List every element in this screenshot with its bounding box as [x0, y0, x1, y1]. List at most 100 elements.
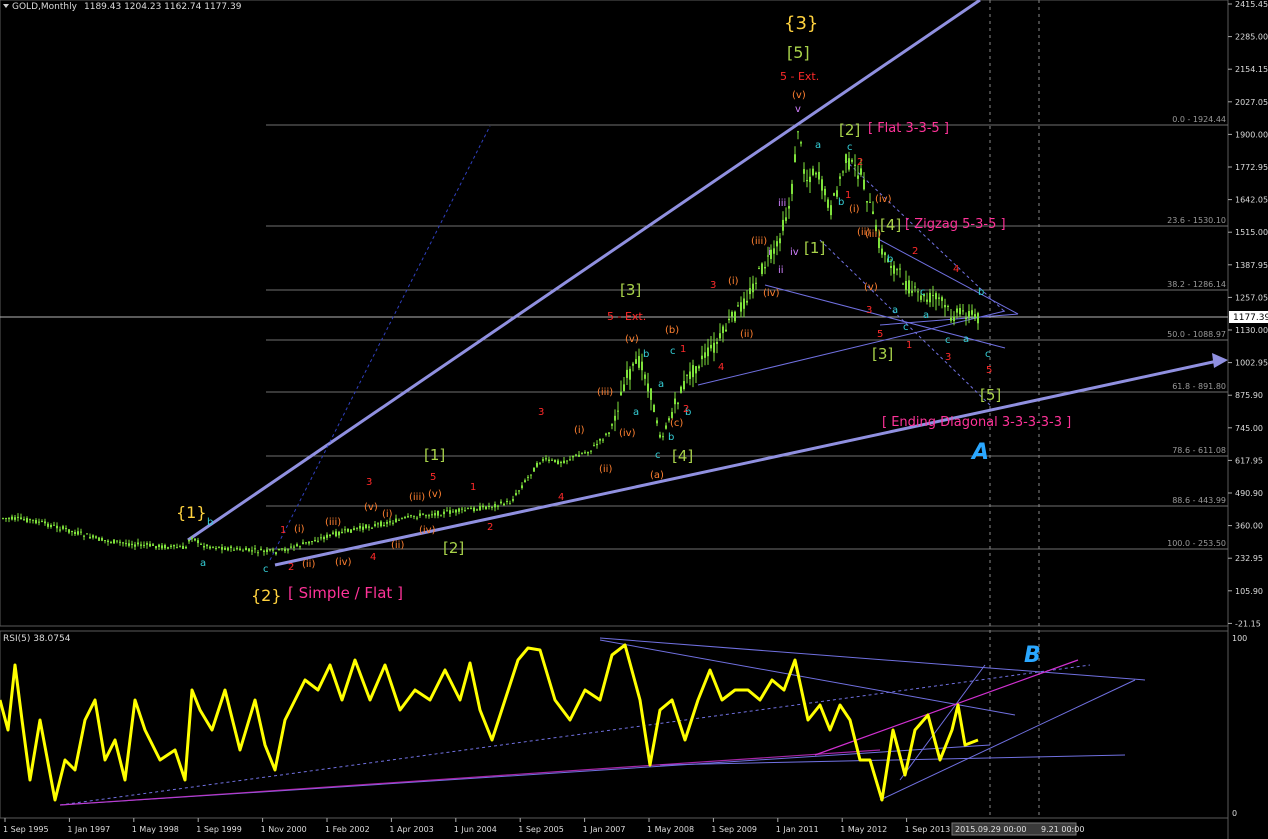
- wave-label: (i): [849, 204, 860, 215]
- wave-label: (iii): [597, 387, 613, 398]
- time-tick-label: 1 Jan 2011: [776, 825, 819, 834]
- wave-label: a: [923, 310, 929, 321]
- wave-4-bracket: [4]: [672, 447, 693, 465]
- wave-label: b: [887, 254, 893, 265]
- wave-label: 1: [470, 482, 476, 493]
- wave-label: 2: [683, 404, 689, 415]
- wave-label: 3: [945, 352, 951, 363]
- price-tick-label: 617.95: [1235, 456, 1263, 465]
- time-tick-label: 1 May 1998: [132, 825, 179, 834]
- wave-label: (i): [574, 425, 585, 436]
- symbol-b-marker: B: [1024, 643, 1041, 668]
- wave-label: (iv): [419, 525, 436, 536]
- flat-title: [ Flat 3-3-5 ]: [868, 121, 949, 136]
- bear-wave-5: [5]: [980, 386, 1001, 404]
- wave-label: c: [847, 142, 853, 153]
- wave-2-title: [ Simple / Flat ]: [288, 584, 403, 602]
- wave-label: (ii): [391, 540, 404, 551]
- ext-label-top: 5 - Ext.: [780, 70, 819, 83]
- wave-3-bracket: [3]: [620, 281, 641, 299]
- rsi-panel[interactable]: [0, 630, 1229, 819]
- wave-label: 1: [280, 525, 286, 536]
- wave-label: (a): [650, 470, 664, 481]
- time-tick-label: 1 Sep 2005: [518, 825, 564, 834]
- wave-2-bracket: [2]: [443, 539, 464, 557]
- time-tick-label: 1 Apr 2003: [389, 825, 433, 834]
- wave-label: c: [903, 322, 909, 333]
- price-tick-label: 1900.00: [1235, 130, 1268, 139]
- bear-wave-3: [3]: [872, 345, 893, 363]
- wave-label: (v): [792, 90, 806, 101]
- time-tick-label: 1 Feb 2002: [325, 825, 370, 834]
- wave-label: 3: [710, 280, 716, 291]
- wave-label: 5: [430, 472, 436, 483]
- trading-chart[interactable]: 0.0 - 1924.44 23.6 - 1530.10 38.2 - 1286.1…: [0, 0, 1268, 839]
- price-tick-label: 1515.00: [1235, 228, 1268, 237]
- bear-wave-1: [1]: [804, 239, 825, 257]
- time-tick-label: 1 Sep 1995: [3, 825, 49, 834]
- wave-label: a: [892, 305, 898, 316]
- price-tick-label: 1387.95: [1235, 261, 1268, 270]
- wave-label: (i): [728, 276, 739, 287]
- wave-label: 1: [680, 344, 686, 355]
- zigzag-title: [ Zigzag 5-3-5 ]: [905, 217, 1006, 232]
- price-tick-label: 2154.15: [1235, 65, 1268, 74]
- wave-label: c: [263, 564, 269, 575]
- wave-label: (iv): [763, 288, 780, 299]
- wave-label: 1: [906, 340, 912, 351]
- time-tick-label: 1 Jan 1997: [67, 825, 110, 834]
- wave-label: (iv): [619, 428, 636, 439]
- price-tick-label: 1257.05: [1235, 293, 1268, 302]
- fib-level-label: 23.6 - 1530.10: [1167, 216, 1226, 225]
- ext-label-3: 5 - Ext.: [607, 310, 646, 323]
- wave-label: (iii): [751, 236, 767, 247]
- wave-label: b: [668, 432, 674, 443]
- current-price-label: 1177.39: [1233, 313, 1268, 323]
- wave-label: (ii): [302, 559, 315, 570]
- wave-label: (v): [625, 334, 639, 345]
- price-tick-label: 745.00: [1235, 424, 1263, 433]
- wave-label: (v): [864, 282, 878, 293]
- wave-label: (c): [670, 418, 683, 429]
- chart-symbol: GOLD,Monthly: [12, 2, 78, 12]
- wave-label: c: [920, 287, 926, 298]
- price-tick-label: -21.15: [1235, 619, 1261, 628]
- wave-label: 1: [845, 190, 851, 201]
- time-readout-1: 2015.09.29 00:00: [955, 825, 1026, 834]
- wave-label: (iii): [325, 517, 341, 528]
- wave-label: 4: [953, 264, 959, 275]
- wave-label: (v): [364, 502, 378, 513]
- wave-label: 5: [877, 329, 883, 340]
- wave-label: c: [985, 349, 991, 360]
- wave-label: c: [945, 335, 951, 346]
- wave-label: (iv): [875, 194, 892, 205]
- fib-level-label: 61.8 - 891.80: [1172, 382, 1226, 391]
- time-axis[interactable]: 1 Sep 1995 1 Jan 1997 1 May 1998 1 Sep 1999…: [3, 818, 950, 834]
- rsi-axis-0: 0: [1232, 809, 1237, 818]
- price-tick-label: 232.95: [1235, 554, 1263, 563]
- ohlc-values: 1189.43 1204.23 1162.74 1177.39: [84, 2, 242, 12]
- wave-5-bracket-top: [5]: [787, 43, 810, 62]
- wave-label: iv: [790, 247, 799, 258]
- price-tick-label: 2415.45: [1235, 0, 1268, 9]
- wave-label: a: [633, 407, 639, 418]
- time-tick-label: 1 Jan 2007: [583, 825, 626, 834]
- time-tick-label: 1 May 2012: [840, 825, 887, 834]
- wave-label: b: [838, 197, 844, 208]
- fib-level-label: 100.0 - 253.50: [1167, 539, 1226, 548]
- wave-label: (i): [294, 524, 305, 535]
- fib-level-label: 50.0 - 1088.97: [1167, 330, 1226, 339]
- wave-label: 3: [366, 477, 372, 488]
- price-tick-label: 1772.95: [1235, 163, 1268, 172]
- wave-label: 2: [487, 522, 493, 533]
- wave-label: a: [658, 379, 664, 390]
- wave-label: a: [200, 558, 206, 569]
- time-tick-label: 1 Sep 2009: [711, 825, 757, 834]
- price-tick-label: 1642.05: [1235, 196, 1268, 205]
- wave-label: a: [815, 140, 821, 151]
- wave-label: 2: [857, 157, 863, 168]
- price-tick-label: 1130.00: [1235, 326, 1268, 335]
- fib-level-label: 38.2 - 1286.14: [1167, 280, 1226, 289]
- fib-level-label: 78.6 - 611.08: [1172, 446, 1226, 455]
- rsi-axis-100: 100: [1232, 634, 1247, 643]
